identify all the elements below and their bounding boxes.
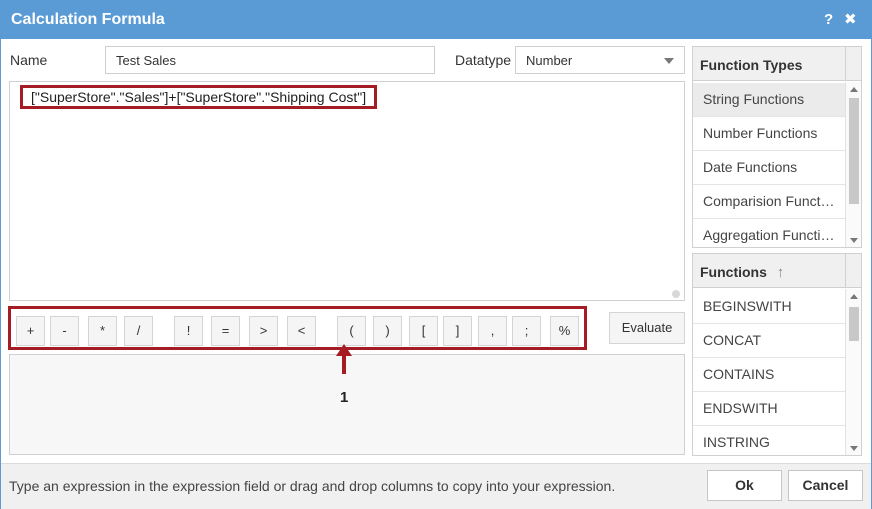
callout-arrow-shaft [342, 354, 346, 374]
name-input-value: Test Sales [116, 53, 176, 68]
function-types-panel: Function Types String Functions Number F… [692, 46, 862, 248]
cancel-button[interactable]: Cancel [788, 470, 863, 501]
calculation-formula-dialog: Calculation Formula ? ✖ Name Test Sales … [0, 0, 872, 509]
function-type-comparision[interactable]: Comparision Functions [693, 185, 845, 219]
function-contains[interactable]: CONTAINS [693, 358, 845, 392]
dialog-title: Calculation Formula [11, 11, 165, 28]
scroll-down-icon[interactable] [850, 446, 858, 451]
scroll-up-icon[interactable] [850, 294, 858, 299]
close-paren-button[interactable]: ) [373, 316, 402, 346]
sort-ascending-icon[interactable]: ↑ [777, 264, 785, 281]
title-bar: Calculation Formula ? ✖ [1, 1, 871, 39]
operator-greater-button[interactable]: > [249, 316, 278, 346]
footer-hint: Type an expression in the expression fie… [9, 478, 616, 494]
datatype-select-value: Number [526, 53, 573, 68]
functions-scrollbar[interactable] [845, 289, 861, 455]
function-types-scrollbar[interactable] [845, 82, 861, 247]
operator-equals-button[interactable]: = [211, 316, 240, 346]
function-type-number[interactable]: Number Functions [693, 117, 845, 151]
scroll-thumb[interactable] [849, 307, 859, 341]
open-bracket-button[interactable]: [ [409, 316, 438, 346]
comma-button[interactable]: , [478, 316, 507, 346]
function-concat[interactable]: CONCAT [693, 324, 845, 358]
open-paren-button[interactable]: ( [337, 316, 366, 346]
dialog-footer: Type an expression in the expression fie… [1, 463, 871, 509]
name-label: Name [10, 52, 48, 68]
callout-number: 1 [340, 389, 349, 406]
help-icon[interactable]: ? [824, 12, 833, 28]
datatype-label: Datatype [455, 52, 512, 68]
evaluate-button[interactable]: Evaluate [609, 312, 685, 344]
resize-handle-icon[interactable] [672, 290, 680, 298]
ok-button[interactable]: Ok [707, 470, 782, 501]
percent-button[interactable]: % [550, 316, 579, 346]
function-type-string[interactable]: String Functions [693, 83, 845, 117]
function-type-date[interactable]: Date Functions [693, 151, 845, 185]
functions-header-cap [845, 254, 861, 288]
functions-header-label: Functions [700, 264, 767, 280]
function-instring[interactable]: INSTRING [693, 426, 845, 455]
close-bracket-button[interactable]: ] [443, 316, 472, 346]
semicolon-button[interactable]: ; [512, 316, 541, 346]
operator-minus-button[interactable]: - [50, 316, 79, 346]
datatype-select[interactable]: Number [515, 46, 685, 74]
chevron-down-icon [664, 58, 674, 64]
function-beginswith[interactable]: BEGINSWITH [693, 290, 845, 324]
operator-toolbar: + - * / ! = > < ( ) [ ] , ; % [8, 306, 587, 350]
functions-panel: Functions ↑ BEGINSWITH CONCAT CONTAINS E… [692, 253, 862, 456]
functions-header[interactable]: Functions ↑ [693, 254, 845, 288]
operator-divide-button[interactable]: / [124, 316, 153, 346]
function-types-header-cap [845, 47, 861, 81]
operator-multiply-button[interactable]: * [88, 316, 117, 346]
operator-plus-button[interactable]: + [16, 316, 45, 346]
scroll-down-icon[interactable] [850, 238, 858, 243]
function-endswith[interactable]: ENDSWITH [693, 392, 845, 426]
operator-less-button[interactable]: < [287, 316, 316, 346]
scroll-up-icon[interactable] [850, 87, 858, 92]
close-icon[interactable]: ✖ [844, 12, 857, 28]
expression-field[interactable]: ["SuperStore"."Sales"]+["SuperStore"."Sh… [9, 81, 685, 301]
function-types-header: Function Types [693, 47, 845, 81]
scroll-thumb[interactable] [849, 98, 859, 204]
expression-text: ["SuperStore"."Sales"]+["SuperStore"."Sh… [20, 85, 378, 109]
name-input[interactable]: Test Sales [105, 46, 435, 74]
function-type-aggregation[interactable]: Aggregation Functions [693, 219, 845, 247]
operator-not-button[interactable]: ! [174, 316, 203, 346]
